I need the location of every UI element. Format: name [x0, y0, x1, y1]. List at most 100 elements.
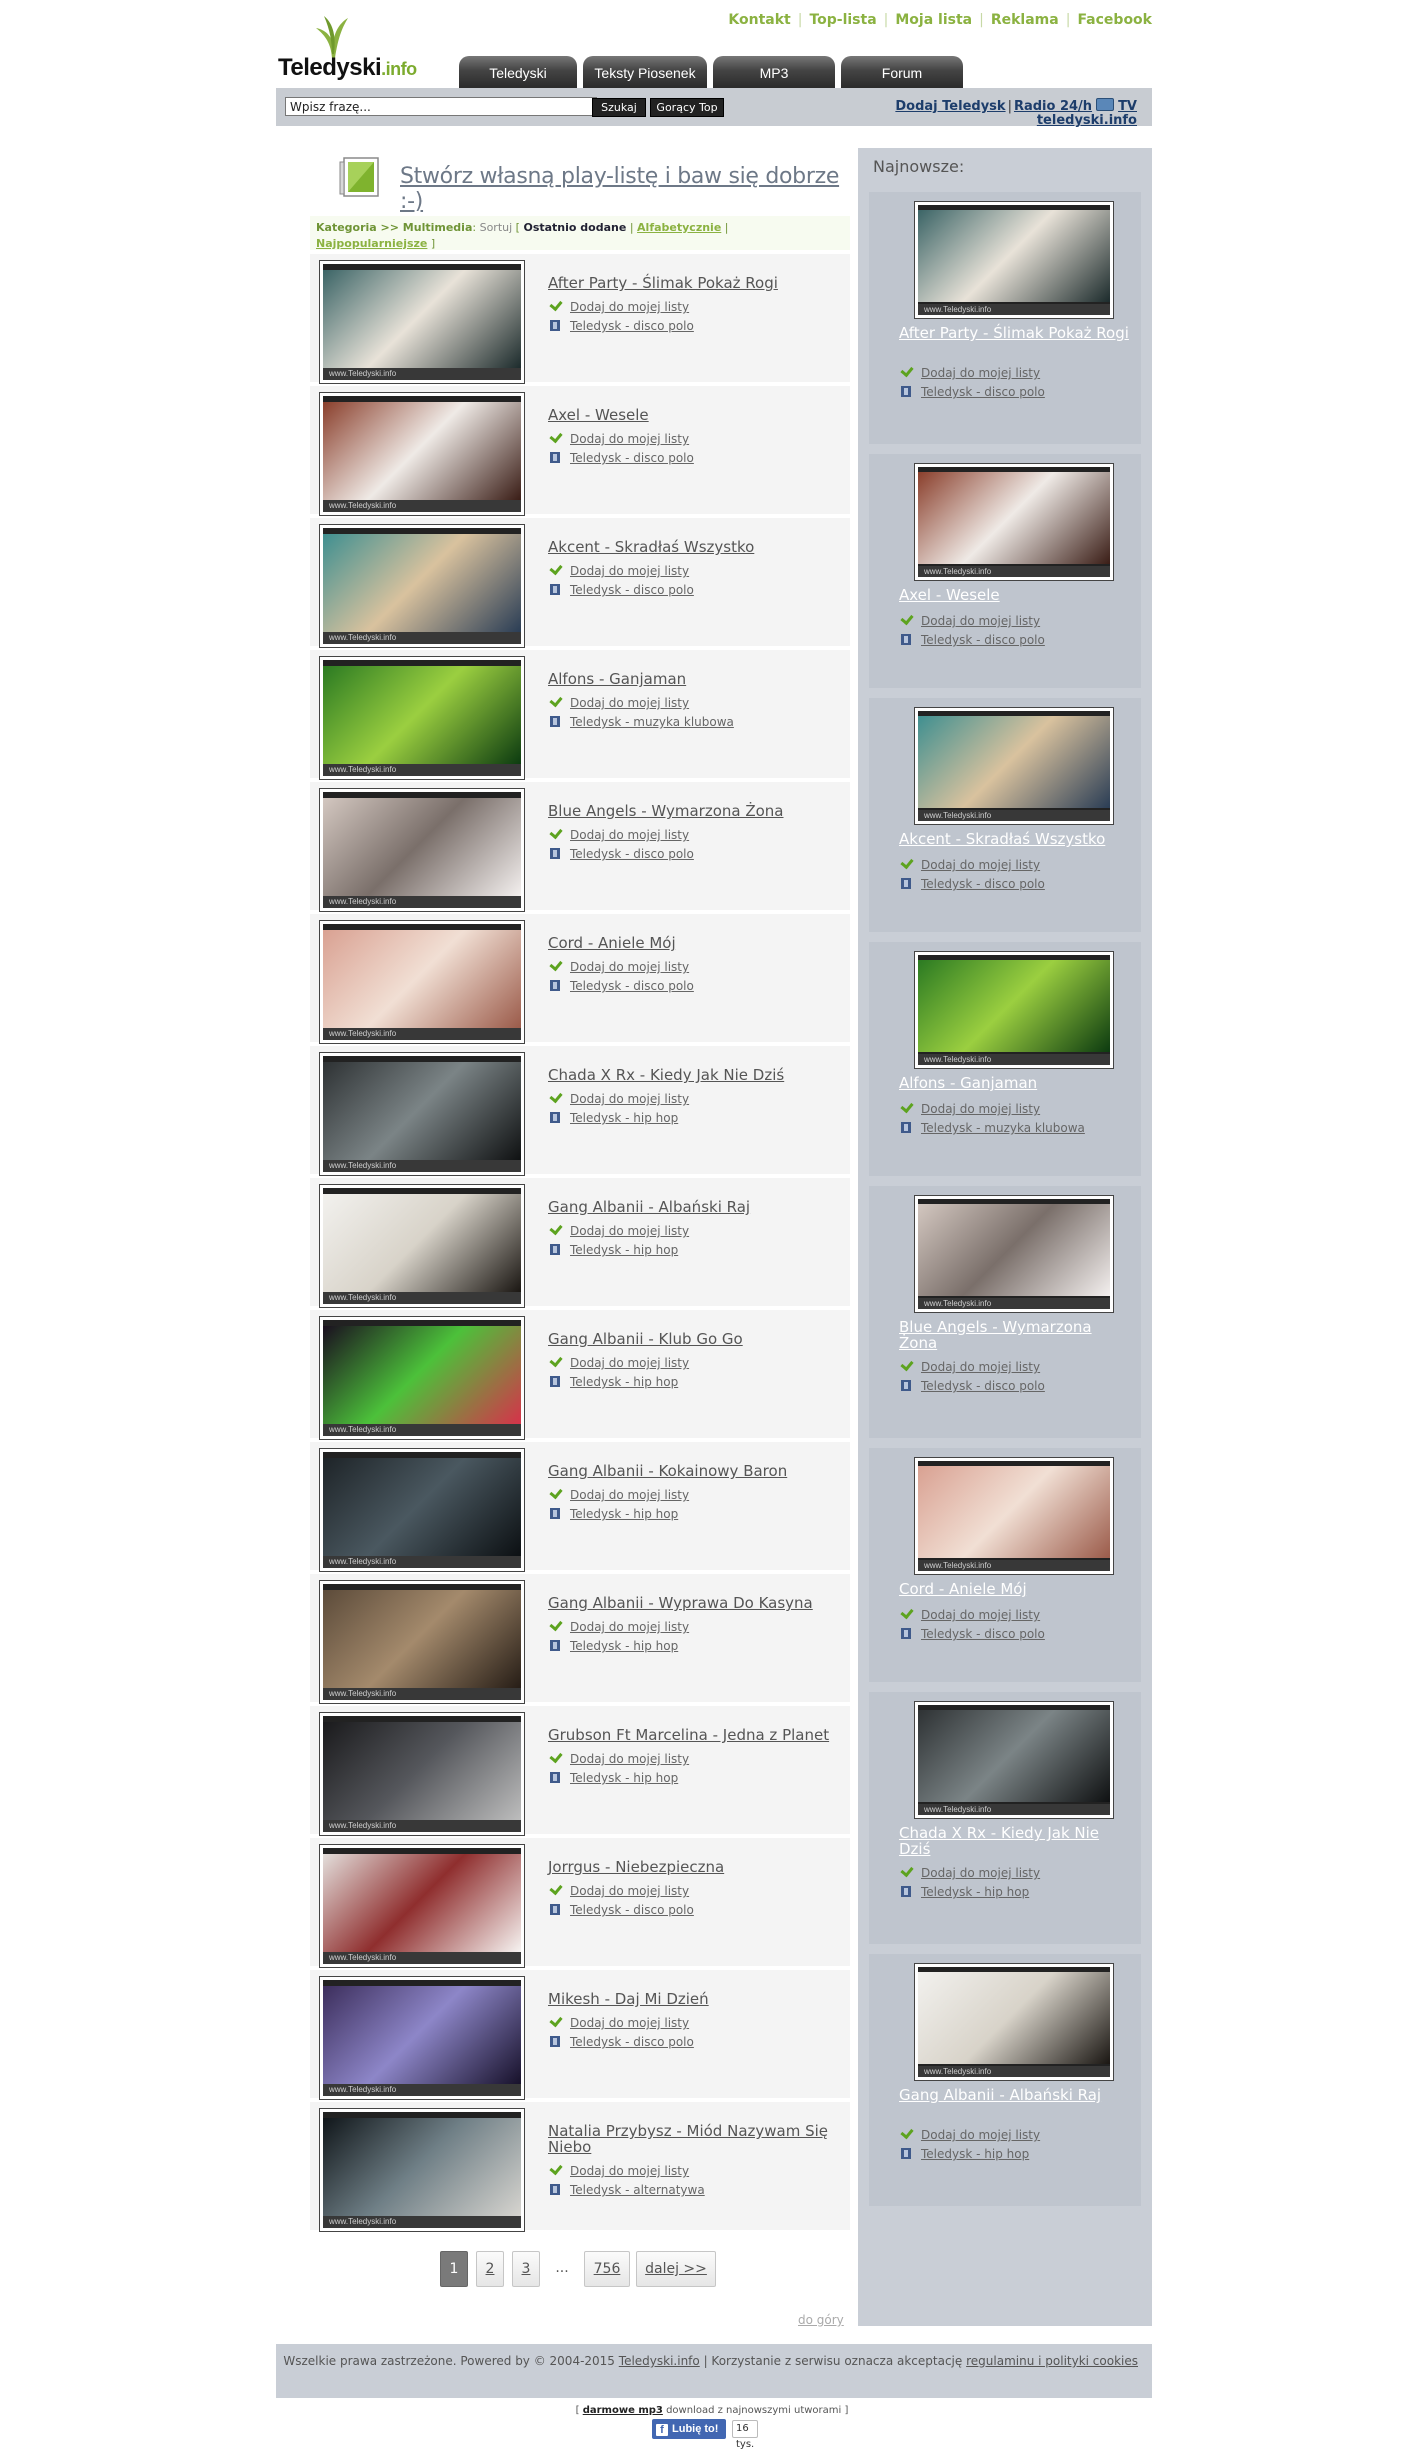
video-thumbnail[interactable]: www.Teledyski.info — [320, 261, 524, 383]
video-thumbnail[interactable]: www.Teledyski.info — [320, 525, 524, 647]
video-title-link[interactable]: Chada X Rx - Kiedy Jak Nie Dziś — [548, 1067, 848, 1083]
genre-link[interactable]: Teledysk - muzyka klubowa — [570, 715, 734, 729]
search-button[interactable]: Szukaj — [592, 98, 646, 117]
video-thumbnail[interactable]: www.Teledyski.info — [320, 789, 524, 911]
genre-link[interactable]: Teledysk - hip hop — [921, 1885, 1029, 1899]
page-3[interactable]: 3 — [512, 2251, 540, 2287]
add-to-list-link[interactable]: Dodaj do mojej listy — [570, 300, 689, 314]
back-to-top-link[interactable]: do góry — [798, 2313, 844, 2327]
video-thumbnail[interactable]: www.Teledyski.info — [320, 1581, 524, 1703]
add-to-list-link[interactable]: Dodaj do mojej listy — [921, 366, 1040, 380]
add-to-list-link[interactable]: Dodaj do mojej listy — [570, 1488, 689, 1502]
next-page-button[interactable]: dalej >> — [636, 2251, 716, 2287]
sort-popular[interactable]: Najpopularniejsze — [316, 237, 427, 250]
genre-link[interactable]: Teledysk - muzyka klubowa — [921, 1121, 1085, 1135]
video-title-link[interactable]: Gang Albanii - Klub Go Go — [548, 1331, 848, 1347]
facebook-like-button[interactable]: f Lubię to! — [652, 2419, 726, 2439]
video-thumbnail[interactable]: www.Teledyski.info — [320, 2109, 524, 2231]
sidebar-title-link[interactable]: Akcent - Skradłaś Wszystko — [899, 831, 1129, 847]
add-to-list-link[interactable]: Dodaj do mojej listy — [921, 858, 1040, 872]
sidebar-thumbnail[interactable]: www.Teledyski.info — [915, 202, 1113, 318]
sidebar-title-link[interactable]: Alfons - Ganjaman — [899, 1075, 1129, 1091]
add-to-list-link[interactable]: Dodaj do mojej listy — [570, 2016, 689, 2030]
add-to-list-link[interactable]: Dodaj do mojej listy — [570, 696, 689, 710]
genre-link[interactable]: Teledysk - hip hop — [570, 1375, 678, 1389]
video-title-link[interactable]: Mikesh - Daj Mi Dzień — [548, 1991, 848, 2007]
video-title-link[interactable]: Axel - Wesele — [548, 407, 848, 423]
top-link-toplist[interactable]: Top-lista — [809, 12, 876, 28]
footer-site-link[interactable]: Teledyski.info — [619, 2354, 700, 2368]
playlist-banner[interactable]: Stwórz własną play-listę i baw się dobrz… — [338, 154, 848, 214]
genre-link[interactable]: Teledysk - disco polo — [921, 1379, 1045, 1393]
add-to-list-link[interactable]: Dodaj do mojej listy — [570, 960, 689, 974]
add-to-list-link[interactable]: Dodaj do mojej listy — [921, 1102, 1040, 1116]
playlist-banner-text[interactable]: Stwórz własną play-listę i baw się dobrz… — [400, 164, 848, 214]
add-to-list-link[interactable]: Dodaj do mojej listy — [570, 1224, 689, 1238]
genre-link[interactable]: Teledysk - hip hop — [570, 1639, 678, 1653]
top-link-my-list[interactable]: Moja lista — [895, 12, 972, 28]
page-2[interactable]: 2 — [476, 2251, 504, 2287]
tab-forum[interactable]: Forum — [841, 56, 963, 88]
add-to-list-link[interactable]: Dodaj do mojej listy — [570, 1884, 689, 1898]
add-to-list-link[interactable]: Dodaj do mojej listy — [570, 432, 689, 446]
add-to-list-link[interactable]: Dodaj do mojej listy — [570, 1092, 689, 1106]
video-title-link[interactable]: Alfons - Ganjaman — [548, 671, 848, 687]
video-title-link[interactable]: Jorrgus - Niebezpieczna — [548, 1859, 848, 1875]
add-to-list-link[interactable]: Dodaj do mojej listy — [921, 614, 1040, 628]
video-title-link[interactable]: After Party - Ślimak Pokaż Rogi — [548, 275, 848, 291]
video-title-link[interactable]: Grubson Ft Marcelina - Jedna z Planet — [548, 1727, 848, 1743]
genre-link[interactable]: Teledysk - disco polo — [921, 633, 1045, 647]
video-title-link[interactable]: Gang Albanii - Kokainowy Baron — [548, 1463, 848, 1479]
sidebar-thumbnail[interactable]: www.Teledyski.info — [915, 952, 1113, 1068]
genre-link[interactable]: Teledysk - disco polo — [570, 451, 694, 465]
video-thumbnail[interactable]: www.Teledyski.info — [320, 393, 524, 515]
sidebar-title-link[interactable]: Gang Albanii - Albański Raj — [899, 2087, 1129, 2103]
genre-link[interactable]: Teledysk - disco polo — [570, 1903, 694, 1917]
radio-link[interactable]: Radio 24/h — [1014, 99, 1092, 114]
footer-terms-link[interactable]: regulaminu i polityki cookies — [966, 2354, 1138, 2368]
hot-top-button[interactable]: Gorący Top — [650, 98, 724, 117]
video-title-link[interactable]: Akcent - Skradłaś Wszystko — [548, 539, 848, 555]
genre-link[interactable]: Teledysk - hip hop — [570, 1771, 678, 1785]
top-link-contact[interactable]: Kontakt — [728, 12, 790, 28]
video-title-link[interactable]: Natalia Przybysz - Miód Nazywam Się Nieb… — [548, 2123, 848, 2155]
add-to-list-link[interactable]: Dodaj do mojej listy — [570, 1620, 689, 1634]
add-to-list-link[interactable]: Dodaj do mojej listy — [570, 828, 689, 842]
video-title-link[interactable]: Gang Albanii - Wyprawa Do Kasyna — [548, 1595, 848, 1611]
genre-link[interactable]: Teledysk - hip hop — [570, 1111, 678, 1125]
sidebar-thumbnail[interactable]: www.Teledyski.info — [915, 1458, 1113, 1574]
genre-link[interactable]: Teledysk - hip hop — [570, 1507, 678, 1521]
video-thumbnail[interactable]: www.Teledyski.info — [320, 657, 524, 779]
video-thumbnail[interactable]: www.Teledyski.info — [320, 1185, 524, 1307]
sidebar-thumbnail[interactable]: www.Teledyski.info — [915, 464, 1113, 580]
add-to-list-link[interactable]: Dodaj do mojej listy — [921, 2128, 1040, 2142]
add-video-link[interactable]: Dodaj Teledysk — [895, 99, 1005, 114]
add-to-list-link[interactable]: Dodaj do mojej listy — [570, 1356, 689, 1370]
genre-link[interactable]: Teledysk - hip hop — [921, 2147, 1029, 2161]
genre-link[interactable]: Teledysk - disco polo — [921, 385, 1045, 399]
video-title-link[interactable]: Blue Angels - Wymarzona Żona — [548, 803, 848, 819]
sidebar-thumbnail[interactable]: www.Teledyski.info — [915, 1964, 1113, 2080]
tv-link[interactable]: TV — [1118, 99, 1137, 114]
video-thumbnail[interactable]: www.Teledyski.info — [320, 921, 524, 1043]
genre-link[interactable]: Teledysk - hip hop — [570, 1243, 678, 1257]
free-mp3-link[interactable]: darmowe mp3 — [583, 2405, 663, 2416]
sidebar-title-link[interactable]: Cord - Aniele Mój — [899, 1581, 1129, 1597]
sidebar-title-link[interactable]: Blue Angels - Wymarzona Żona — [899, 1319, 1129, 1351]
video-title-link[interactable]: Cord - Aniele Mój — [548, 935, 848, 951]
genre-link[interactable]: Teledysk - disco polo — [570, 979, 694, 993]
add-to-list-link[interactable]: Dodaj do mojej listy — [570, 564, 689, 578]
sidebar-title-link[interactable]: After Party - Ślimak Pokaż Rogi — [899, 325, 1129, 341]
add-to-list-link[interactable]: Dodaj do mojej listy — [921, 1360, 1040, 1374]
video-thumbnail[interactable]: www.Teledyski.info — [320, 1317, 524, 1439]
page-last[interactable]: 756 — [584, 2251, 630, 2287]
add-to-list-link[interactable]: Dodaj do mojej listy — [570, 1752, 689, 1766]
sidebar-thumbnail[interactable]: www.Teledyski.info — [915, 708, 1113, 824]
tab-mp3[interactable]: MP3 — [713, 56, 835, 88]
genre-link[interactable]: Teledysk - disco polo — [570, 2035, 694, 2049]
genre-link[interactable]: Teledysk - disco polo — [921, 1627, 1045, 1641]
video-thumbnail[interactable]: www.Teledyski.info — [320, 1977, 524, 2099]
video-title-link[interactable]: Gang Albanii - Albański Raj — [548, 1199, 848, 1215]
top-link-ads[interactable]: Reklama — [991, 12, 1059, 28]
sidebar-title-link[interactable]: Chada X Rx - Kiedy Jak Nie Dziś — [899, 1825, 1129, 1857]
